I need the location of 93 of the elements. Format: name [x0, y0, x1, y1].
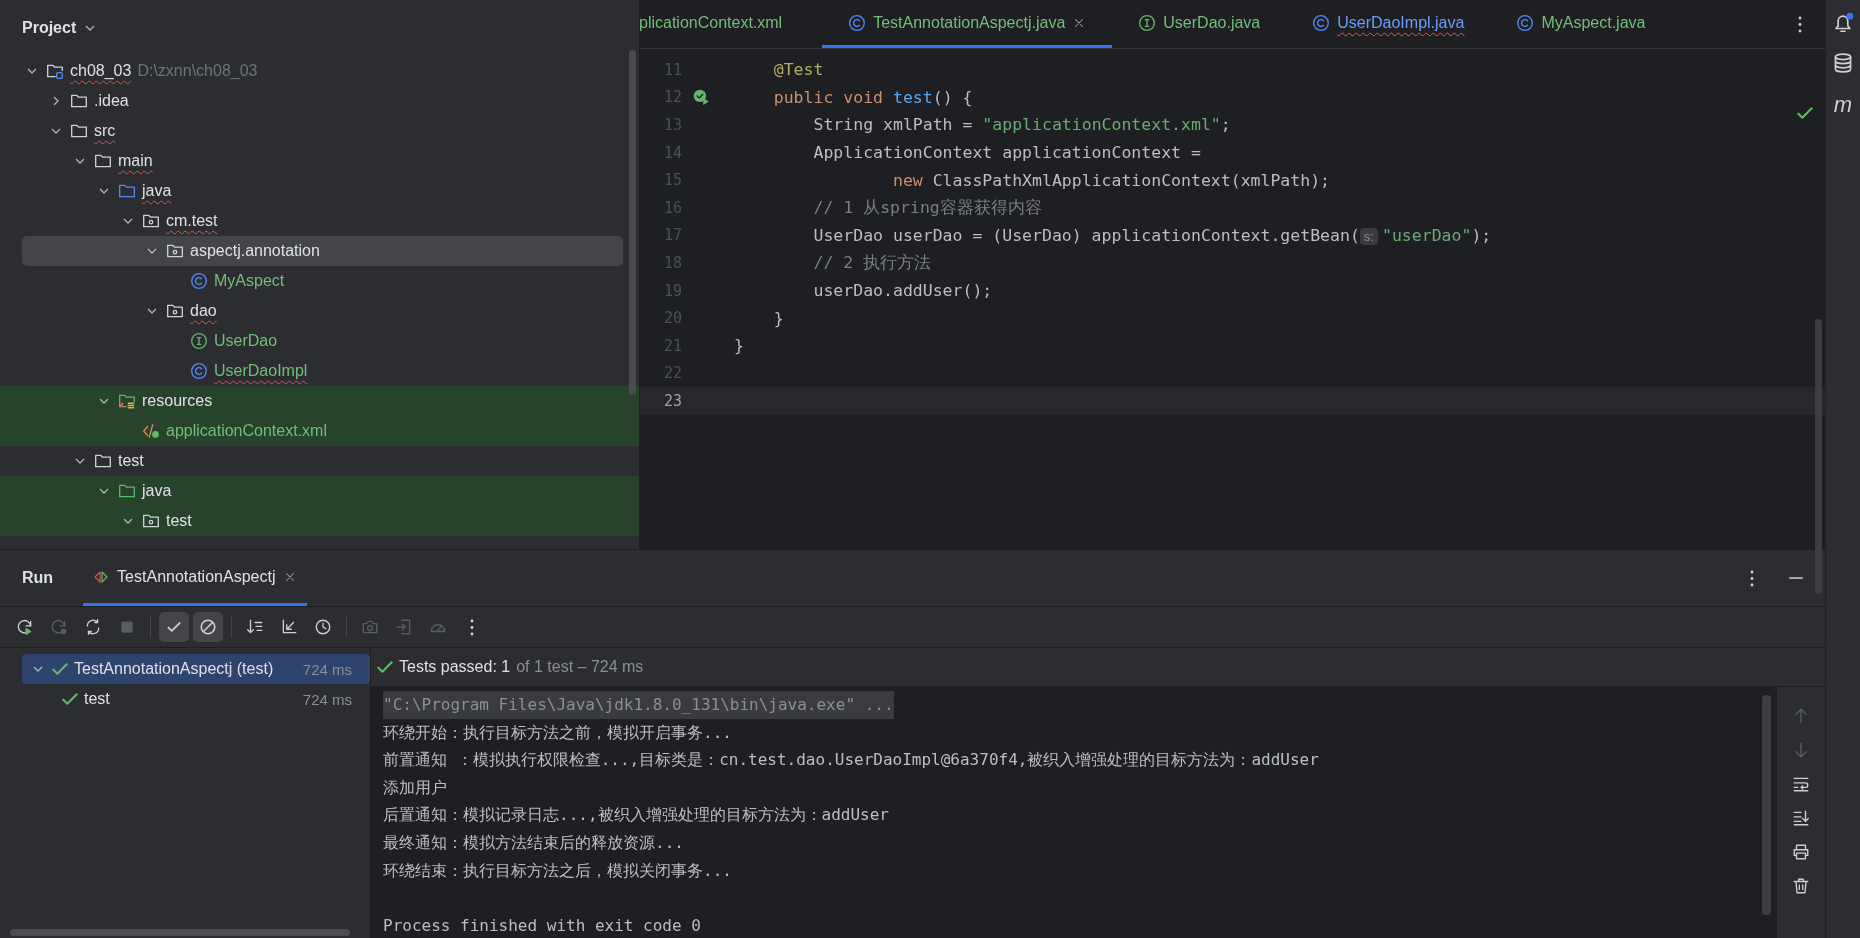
maven-button[interactable]: m: [1833, 92, 1853, 118]
test-detail: of 1 test – 724 ms: [516, 658, 644, 676]
notification-bell-icon[interactable]: [1832, 12, 1854, 34]
code-line: }: [772, 308, 784, 328]
package-icon: [142, 212, 160, 230]
test-tree-item[interactable]: TestAnnotationAspectj (test) 724 ms: [22, 654, 370, 684]
package-icon: [166, 302, 184, 320]
tree-item[interactable]: applicationContext.xml: [0, 416, 639, 446]
interface-icon: [1138, 13, 1157, 32]
folder-icon: [118, 482, 136, 500]
rerun-automatically-icon: [84, 618, 102, 636]
console-line: 添加用户: [383, 776, 448, 799]
stop-icon: [118, 618, 136, 636]
package-icon: [166, 242, 184, 260]
import-icon: [395, 618, 413, 636]
toolbar-button[interactable]: [193, 612, 223, 642]
resources-folder-icon: [118, 392, 136, 410]
class-icon: [190, 362, 208, 380]
tree-item[interactable]: java: [0, 476, 639, 506]
code-line: ApplicationContext applicationContext =: [812, 143, 1201, 163]
trash-icon: [1792, 877, 1810, 895]
code-line: new ClassPathXmlApplicationContext(xmlPath);: [891, 170, 1331, 190]
collapse-icon: [280, 618, 298, 636]
scrollbar[interactable]: [629, 50, 636, 395]
more-icon: [1750, 569, 1754, 587]
more-icon: [1798, 15, 1802, 33]
run-tab[interactable]: TestAnnotationAspectj: [83, 550, 308, 606]
check-icon: [377, 661, 393, 673]
code-line: UserDao userDao = (UserDao) applicationContext.getBean( s: "userDao");: [812, 225, 1492, 245]
code-line: public void test() {: [772, 87, 973, 107]
editor-tab[interactable]: UserDaoImpl.java: [1286, 0, 1491, 48]
console-line: 前置通知 ：模拟执行权限检查...,目标类是：cn.test.dao.UserDaoImpl@6a370f4,被织入增强处理的目标方法为：addUser: [383, 749, 1320, 772]
project-path: D:\zxnn\ch08_03: [137, 62, 258, 80]
module-folder-icon: [46, 62, 64, 80]
duration: 724 ms: [302, 660, 352, 678]
scrollbar[interactable]: [1762, 695, 1771, 915]
console-line: 最终通知：模拟方法结束后的释放资源...: [383, 831, 685, 854]
tree-item[interactable]: aspectj.annotation: [22, 236, 623, 266]
editor-tab[interactable]: UserDao.java: [1112, 0, 1287, 48]
check-icon: [1797, 107, 1813, 119]
more-icon: [470, 618, 474, 636]
camera-icon: [361, 618, 379, 636]
tree-item[interactable]: test: [0, 506, 639, 536]
package-icon: [142, 512, 160, 530]
printer-icon: [1792, 843, 1810, 861]
code-line: userDao.addUser();: [812, 281, 993, 301]
toolbar-button[interactable]: [159, 612, 189, 642]
class-icon: [1516, 13, 1535, 32]
class-icon: [1312, 13, 1331, 32]
console-line: 环绕结束：执行目标方法之后，模拟关闭事务...: [383, 859, 733, 882]
tree-item[interactable]: resources: [0, 386, 639, 416]
interface-icon: [190, 332, 208, 350]
xml-file-icon: [142, 422, 160, 440]
line-number: 23: [662, 391, 682, 410]
class-icon: [190, 272, 208, 290]
ignored-icon: [199, 618, 217, 636]
console-line: 后置通知：模拟记录日志...,被织入增强处理的目标方法为：addUser: [383, 804, 890, 827]
minimize-icon: [1789, 577, 1803, 579]
class-icon: [848, 13, 867, 32]
duration: 724 ms: [302, 690, 352, 708]
rerun-icon: [16, 618, 34, 636]
editor-tab[interactable]: plicationContext.xml: [639, 0, 823, 48]
database-icon[interactable]: [1832, 52, 1854, 74]
code-line: // 2 执行方法: [812, 251, 932, 274]
panel-title: Run: [22, 569, 54, 587]
scrollbar[interactable]: [10, 929, 350, 936]
clock-icon: [314, 618, 332, 636]
console-line: Process finished with exit code 0: [383, 914, 702, 937]
folder-icon: [118, 182, 136, 200]
rerun-failed-icon: [50, 618, 68, 636]
folder-icon: [70, 122, 88, 140]
panel-title[interactable]: Project: [22, 19, 77, 37]
sort-icon: [246, 618, 264, 636]
arrow-down-icon: [1792, 741, 1810, 759]
code-line: @Test: [772, 60, 824, 80]
editor-tab[interactable]: TestAnnotationAspectj.java: [822, 0, 1113, 48]
test-tree-item[interactable]: test 724 ms: [22, 684, 370, 714]
arrow-up-icon: [1792, 707, 1810, 725]
editor-tab[interactable]: MyAspect.java: [1490, 0, 1672, 48]
test-status: Tests passed: 1: [399, 658, 511, 676]
folder-icon: [94, 152, 112, 170]
scroll-to-end-icon: [1792, 809, 1810, 827]
folder-icon: [94, 452, 112, 470]
check-icon: [52, 663, 68, 675]
code-line: }: [734, 336, 744, 356]
run-test-icon[interactable]: [692, 88, 710, 107]
scrollbar[interactable]: [1815, 319, 1822, 594]
code-line: String xmlPath = "applicationContext.xml";: [812, 115, 1231, 135]
code-line: // 1 从spring容器获得内容: [812, 196, 1042, 219]
check-icon: [62, 693, 78, 705]
console-line: 环绕开始：执行目标方法之前，模拟开启事务...: [383, 721, 733, 744]
folder-icon: [70, 92, 88, 110]
soft-wrap-icon: [1792, 775, 1810, 793]
